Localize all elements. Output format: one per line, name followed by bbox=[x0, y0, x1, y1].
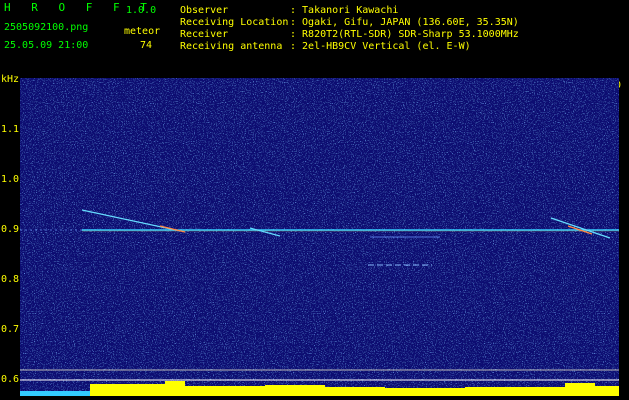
y-tick-label: 0.6 bbox=[1, 374, 20, 385]
app-version: 1.0.0 bbox=[126, 5, 157, 16]
signal-floor-bars bbox=[20, 391, 90, 396]
hroft-window: { "app": {"title": "H R O F F T", "versi… bbox=[0, 0, 629, 400]
file-datetime: 25.05.09 21:00 bbox=[4, 40, 89, 51]
info-location-value: : Ogaki, Gifu, JAPAN (136.60E, 35.35N) bbox=[290, 17, 519, 28]
y-tick-label: 1.0 bbox=[1, 174, 20, 185]
info-location-key: Receiving Location bbox=[180, 17, 289, 28]
spectrogram bbox=[20, 78, 619, 396]
info-antenna-key: Receiving antenna bbox=[180, 41, 283, 52]
y-tick-label: 0.9 bbox=[1, 224, 20, 235]
meteor-label: meteor bbox=[124, 26, 161, 37]
info-observer-key: Observer bbox=[180, 5, 229, 16]
info-receiver-value: : R820T2(RTL-SDR) SDR-Sharp 53.1000MHz bbox=[290, 29, 519, 40]
y-unit-label: kHz bbox=[1, 74, 20, 85]
info-antenna-value: : 2el-HB9CV Vertical (el. E-W) bbox=[290, 41, 471, 52]
y-tick-label: 0.7 bbox=[1, 324, 20, 335]
y-tick-label: 0.8 bbox=[1, 274, 20, 285]
y-tick-label: 1.1 bbox=[1, 124, 20, 135]
file-name: 2505092100.png bbox=[4, 22, 89, 33]
info-observer-value: : Takanori Kawachi bbox=[290, 5, 399, 16]
meteor-count: 74 bbox=[140, 40, 153, 51]
noise-layer bbox=[20, 78, 619, 396]
info-receiver-key: Receiver bbox=[180, 29, 229, 40]
